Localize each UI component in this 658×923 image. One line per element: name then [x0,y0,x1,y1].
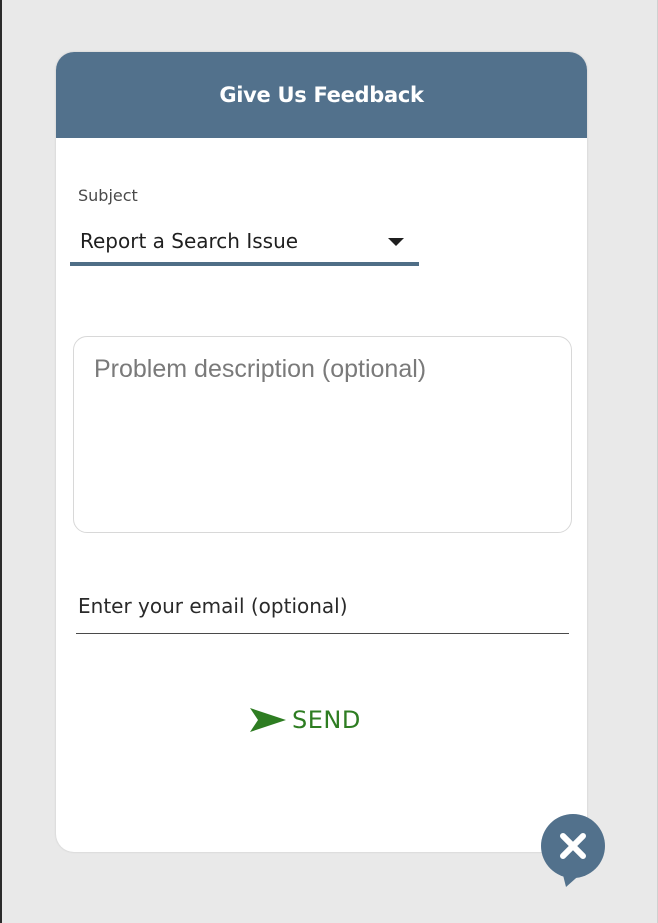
description-placeholder: Problem description (optional) [94,355,427,383]
caret-down-icon [388,238,404,246]
email-input[interactable]: Enter your email (optional) [76,590,569,634]
dialog-header: Give Us Feedback [56,52,587,138]
close-feedback-button[interactable] [540,813,606,889]
send-label: SEND [292,706,361,734]
send-button[interactable]: SEND [248,700,398,740]
problem-description-textarea[interactable]: Problem description (optional) [73,336,572,533]
feedback-dialog: Give Us Feedback Subject Report a Search… [56,52,587,852]
subject-label: Subject [78,186,138,205]
email-placeholder: Enter your email (optional) [78,594,348,618]
send-arrow-icon [250,708,286,732]
close-icon [541,814,605,887]
dialog-title: Give Us Feedback [219,83,424,107]
window-left-edge [0,0,2,923]
subject-select[interactable]: Report a Search Issue [70,222,419,266]
subject-selected-value: Report a Search Issue [80,229,299,253]
